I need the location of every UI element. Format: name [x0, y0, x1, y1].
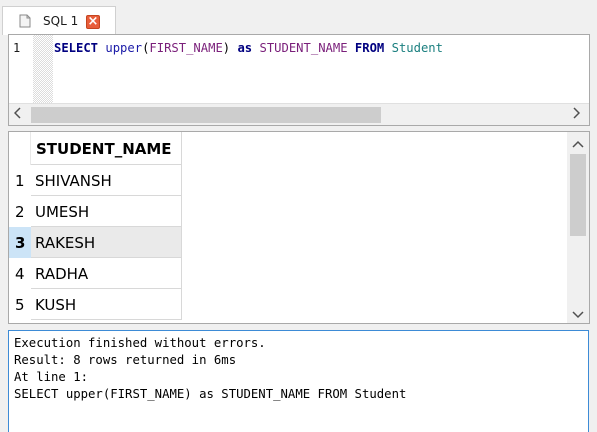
horizontal-scrollbar[interactable] [9, 103, 589, 125]
horizontal-scroll-thumb[interactable] [31, 107, 381, 123]
sql-token: Student [391, 41, 443, 55]
grid-corner [9, 132, 31, 165]
cell-value: SHIVANSH [35, 172, 112, 190]
row-number-label: 5 [15, 296, 25, 314]
cell-value: UMESH [35, 203, 90, 221]
scroll-right-icon[interactable] [572, 107, 581, 123]
table-row[interactable]: 3 RAKESH [9, 227, 183, 258]
fold-margin [33, 35, 53, 103]
results-grid: STUDENT_NAME 1 SHIVANSH 2 UMESH 3 RAKESH 4 RADH… [8, 131, 590, 324]
row-number-label: 3 [15, 234, 26, 252]
sql-token: as [237, 41, 253, 55]
row-number-label: 2 [15, 203, 25, 221]
table-cell[interactable]: RADHA [31, 258, 182, 289]
message-line: Result: 8 rows returned in 6ms [14, 353, 237, 367]
row-number-label: 4 [15, 265, 25, 283]
table-cell[interactable]: UMESH [31, 196, 182, 227]
row-number[interactable]: 5 [9, 289, 31, 320]
row-number[interactable]: 4 [9, 258, 31, 289]
tab-sql-1[interactable]: SQL 1 × [2, 6, 116, 35]
line-gutter: 1 [9, 35, 53, 103]
close-glyph: × [87, 14, 99, 29]
message-line: SELECT upper(FIRST_NAME) as STUDENT_NAME… [14, 387, 407, 401]
message-line: Execution finished without errors. [14, 336, 266, 350]
cell-value: RAKESH [35, 234, 96, 252]
tab-label: SQL 1 [43, 14, 79, 28]
tab-bar: SQL 1 × [0, 0, 597, 35]
table-cell[interactable]: SHIVANSH [31, 165, 182, 196]
document-icon [19, 14, 31, 28]
message-pane[interactable]: Execution finished without errors. Result… [8, 330, 589, 432]
row-number[interactable]: 1 [9, 165, 31, 196]
line-number: 1 [13, 41, 21, 55]
table-cell[interactable]: KUSH [31, 289, 182, 320]
column-header-label: STUDENT_NAME [36, 140, 172, 158]
sql-editor[interactable]: 1 SELECT upper(FIRST_NAME) as STUDENT_NA… [8, 34, 590, 126]
row-number-label: 1 [15, 172, 25, 190]
sql-token: FROM [354, 41, 385, 55]
sql-token: STUDENT_NAME [259, 41, 348, 55]
message-line: At line 1: [14, 370, 89, 384]
vertical-scroll-thumb[interactable] [570, 154, 586, 236]
table-row[interactable]: 5 KUSH [9, 289, 183, 320]
table-row[interactable]: 1 SHIVANSH [9, 165, 183, 196]
sql-token: upper [105, 41, 143, 55]
row-number[interactable]: 3 [9, 227, 31, 258]
table-cell[interactable]: RAKESH [31, 227, 182, 258]
sql-token: SELECT [54, 41, 99, 55]
column-header-student-name[interactable]: STUDENT_NAME [31, 132, 182, 165]
scroll-up-icon[interactable] [572, 137, 584, 152]
sql-token: FIRST_NAME [149, 41, 223, 55]
scroll-left-icon[interactable] [13, 107, 22, 123]
cell-value: RADHA [35, 265, 89, 283]
vertical-scrollbar[interactable] [567, 132, 589, 323]
scroll-down-icon[interactable] [572, 308, 584, 323]
code-line[interactable]: SELECT upper(FIRST_NAME) as STUDENT_NAME… [54, 41, 443, 55]
table-row[interactable]: 2 UMESH [9, 196, 183, 227]
close-icon[interactable]: × [86, 14, 100, 29]
row-number[interactable]: 2 [9, 196, 31, 227]
table-row[interactable]: 4 RADHA [9, 258, 183, 289]
cell-value: KUSH [35, 296, 77, 314]
